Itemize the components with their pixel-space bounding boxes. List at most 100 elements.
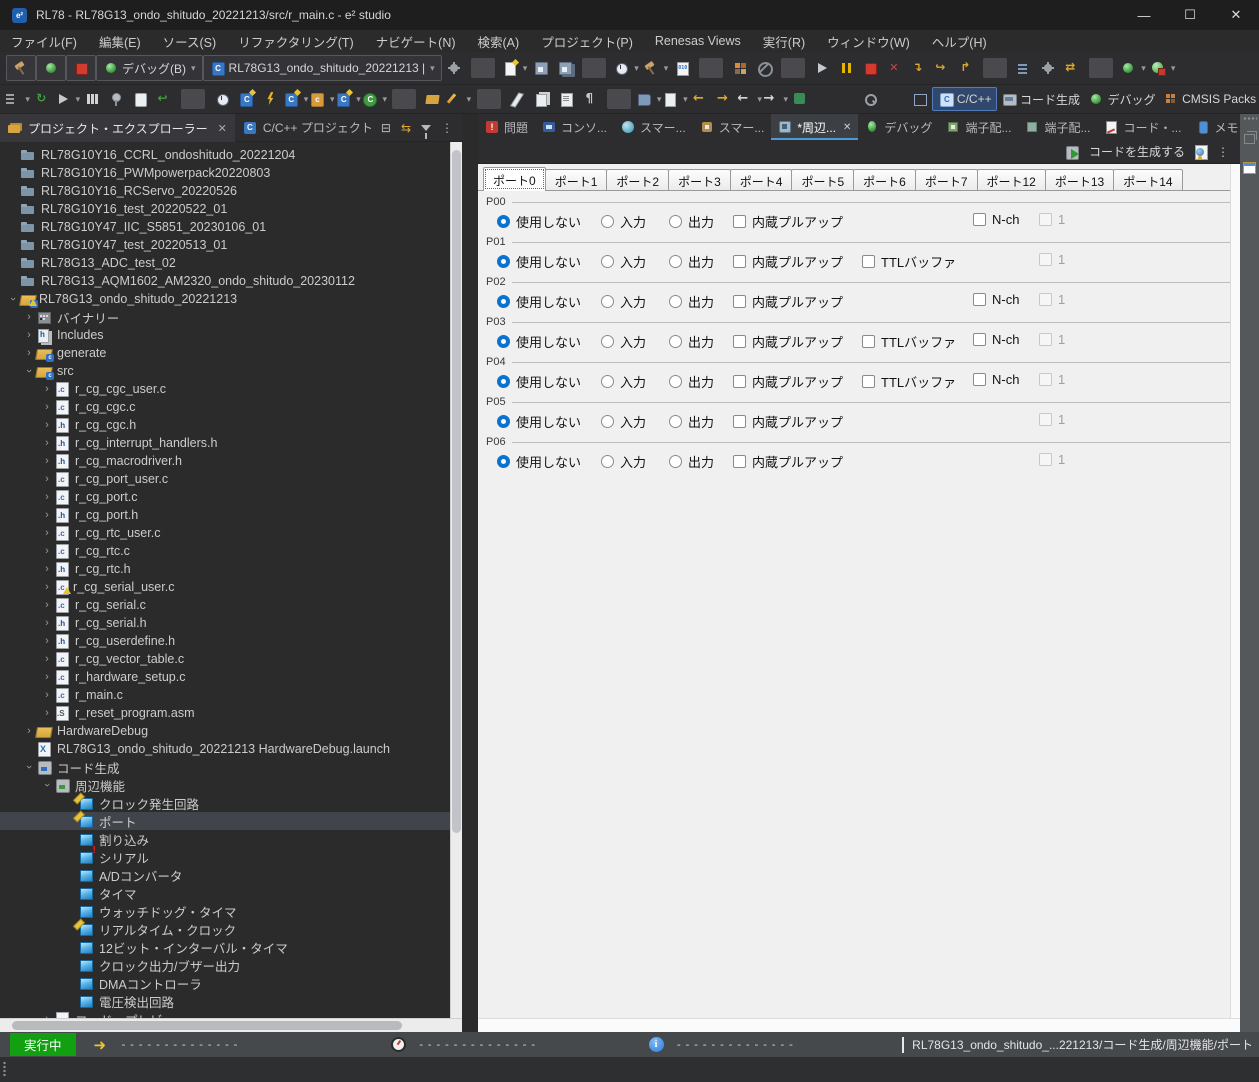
binary-file-icon[interactable]: ▾: [670, 56, 694, 80]
tree-item[interactable]: タイマ: [0, 884, 450, 902]
open-perspective-icon[interactable]: ▾: [908, 87, 932, 111]
radio-output[interactable]: 出力: [669, 252, 714, 271]
tree-item[interactable]: クロック発生回路: [0, 794, 450, 812]
sep[interactable]: ▾: [582, 58, 607, 78]
chevron-icon[interactable]: [40, 581, 54, 593]
tree-item[interactable]: Includes: [0, 326, 450, 344]
checkbox-nch[interactable]: N-ch: [973, 372, 1019, 387]
checkbox-ttl-buffer[interactable]: TTLバッファ: [862, 372, 956, 391]
chevron-icon[interactable]: [40, 455, 54, 467]
checkbox-pullup[interactable]: 内蔵プルアップ: [733, 332, 843, 351]
forward-dropdown[interactable]: ▾: [762, 87, 789, 111]
new-wizard-dropdown[interactable]: ▾: [500, 56, 530, 80]
tree-item[interactable]: 割り込み: [0, 830, 450, 848]
checkbox-nch[interactable]: N-ch: [973, 292, 1019, 307]
close-button[interactable]: ✕: [1213, 0, 1259, 30]
port-tab[interactable]: ポート4: [729, 169, 793, 190]
new-c-source-icon[interactable]: ▾: [234, 87, 258, 111]
view-tab[interactable]: *周辺... ✕: [771, 114, 859, 140]
tree-horizontal-scrollbar[interactable]: [0, 1018, 462, 1032]
bookmarks-dropdown[interactable]: ▾: [636, 87, 662, 111]
back-dropdown[interactable]: ▾: [736, 87, 762, 111]
view-tab[interactable]: 端子配... ✕: [939, 114, 1018, 140]
annotation-dropdown[interactable]: ▾: [662, 87, 688, 111]
profile-dropdown[interactable]: ▾: [611, 56, 641, 80]
port-tab[interactable]: ポート6: [853, 169, 916, 190]
link-editor-icon[interactable]: ⇆: [401, 121, 411, 135]
back-yellow-icon[interactable]: ▾: [688, 87, 712, 111]
radio-input[interactable]: 入力: [601, 332, 646, 351]
chevron-icon[interactable]: [22, 311, 36, 323]
step-over-icon[interactable]: ▾: [930, 56, 954, 80]
chevron-icon[interactable]: [40, 545, 54, 557]
stop-icon[interactable]: ▾: [858, 56, 882, 80]
radio-input[interactable]: 入力: [601, 452, 646, 471]
port-tab[interactable]: ポート7: [914, 169, 978, 190]
radio-input[interactable]: 入力: [601, 412, 646, 431]
chevron-icon[interactable]: [22, 365, 36, 377]
radio-output[interactable]: 出力: [669, 412, 714, 431]
radio-unused[interactable]: 使用しない: [497, 212, 581, 231]
tree-item[interactable]: ウォッチドッグ・タイマ: [0, 902, 450, 920]
resume-dropdown[interactable]: ▾: [54, 87, 80, 111]
open-folder-icon[interactable]: ▾: [421, 87, 445, 111]
tree-item[interactable]: バイナリー: [0, 308, 450, 326]
tab-close-icon[interactable]: ✕: [218, 122, 227, 135]
sep[interactable]: ▾: [781, 58, 806, 78]
checkbox-pullup[interactable]: 内蔵プルアップ: [733, 252, 843, 271]
tree-item[interactable]: r_cg_port.c: [0, 488, 450, 506]
stopwatch-icon[interactable]: ▾: [210, 87, 234, 111]
radio-output[interactable]: 出力: [669, 212, 714, 231]
sep[interactable]: ▾: [699, 58, 724, 78]
tree-item[interactable]: r_cg_macrodriver.h: [0, 452, 450, 470]
tree-item[interactable]: 電圧検出回路: [0, 992, 450, 1010]
tree-item[interactable]: r_cg_cgc_user.c: [0, 380, 450, 398]
perspective-debug[interactable]: デバッグ▾: [1084, 87, 1160, 111]
radio-unused[interactable]: 使用しない: [497, 372, 581, 391]
menu-item[interactable]: リファクタリング(T): [227, 30, 364, 53]
chevron-icon[interactable]: [40, 437, 54, 449]
launch-gear-icon[interactable]: ▾: [442, 56, 466, 80]
build-icon[interactable]: ▾: [6, 55, 36, 81]
tree-item[interactable]: generate: [0, 344, 450, 362]
debug-launch-icon[interactable]: ▾: [36, 55, 66, 81]
chevron-icon[interactable]: [40, 707, 54, 719]
radio-output[interactable]: 出力: [669, 292, 714, 311]
port-tab[interactable]: ポート13: [1044, 169, 1115, 190]
radio-unused[interactable]: 使用しない: [497, 252, 581, 271]
tree-item[interactable]: r_cg_serial_user.c: [0, 578, 450, 596]
suspend-icon[interactable]: ▾: [834, 56, 858, 80]
tree-item[interactable]: r_cg_rtc.c: [0, 542, 450, 560]
last-edit-icon[interactable]: ▾: [788, 87, 812, 111]
tree-item[interactable]: RL78G13_AQM1602_AM2320_ondo_shitudo_2023…: [0, 272, 450, 290]
port-tab[interactable]: ポート0: [483, 167, 546, 191]
profiler-icon[interactable]: ▾: [104, 87, 128, 111]
chevron-icon[interactable]: [40, 653, 54, 665]
tree-item[interactable]: クロック出力/ブザー出力: [0, 956, 450, 974]
chevron-icon[interactable]: [40, 509, 54, 521]
menu-item[interactable]: ファイル(F): [0, 30, 88, 53]
tree-item[interactable]: シリアル: [0, 846, 450, 866]
panel-splitter[interactable]: [462, 114, 478, 1032]
drag-hand-icon[interactable]: ▾: [128, 87, 152, 111]
tree-item[interactable]: RL78G13_ADC_test_02: [0, 254, 450, 272]
scrollbar-thumb[interactable]: [12, 1021, 402, 1030]
sep[interactable]: ▾: [606, 89, 631, 109]
menu-item[interactable]: 検索(A): [467, 30, 531, 53]
resume-icon[interactable]: ▾: [810, 56, 834, 80]
outline-doc-icon[interactable]: ▾: [554, 87, 578, 111]
view-tab[interactable]: メモリー ✕: [1188, 114, 1240, 140]
new-c-file-dropdown[interactable]: ▾: [282, 87, 308, 111]
tree-item[interactable]: RL78G10Y47_test_20220513_01: [0, 236, 450, 254]
view-menu-icon[interactable]: ⋮: [1217, 145, 1230, 159]
port-tab[interactable]: ポート14: [1113, 169, 1183, 190]
new-c-class-dropdown[interactable]: ▾: [309, 87, 335, 111]
step-into-icon[interactable]: ▾: [906, 56, 930, 80]
menu-item[interactable]: 実行(R): [752, 30, 816, 53]
chevron-icon[interactable]: [40, 779, 54, 791]
view-tab[interactable]: デバッグ ✕: [858, 114, 939, 140]
pencil-dropdown[interactable]: ▾: [445, 87, 472, 111]
checkbox-pullup[interactable]: 内蔵プルアップ: [733, 412, 843, 431]
disconnect-icon[interactable]: ▾: [882, 56, 906, 80]
tree-item[interactable]: RL78G10Y16_PWMpowerpack20220803: [0, 164, 450, 182]
